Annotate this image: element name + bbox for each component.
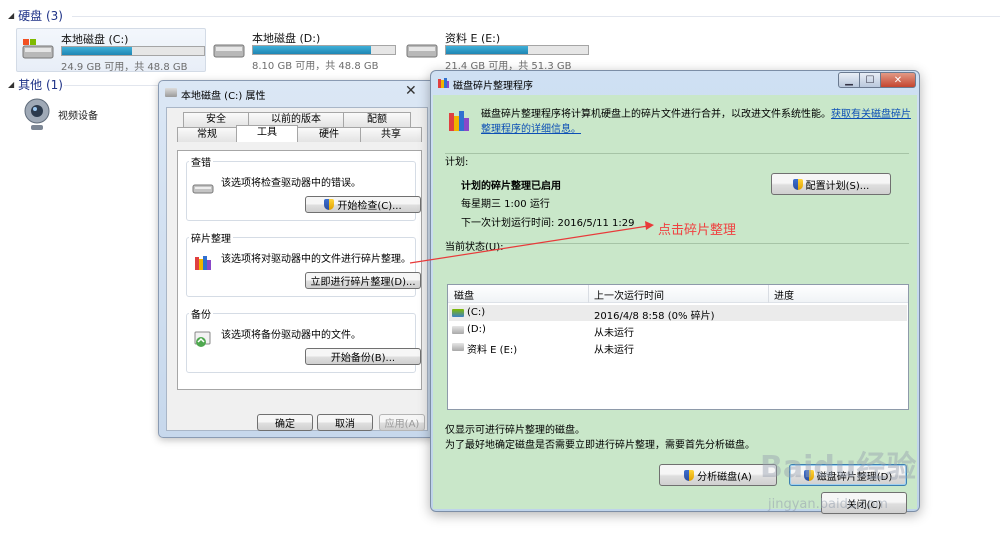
watermark-url: jingyan.baidu.com — [768, 497, 888, 512]
tab-tools[interactable]: 工具 — [236, 125, 298, 142]
watermark: Baidu经验 — [760, 450, 917, 485]
annotation-text: 点击碎片整理 — [658, 223, 737, 238]
